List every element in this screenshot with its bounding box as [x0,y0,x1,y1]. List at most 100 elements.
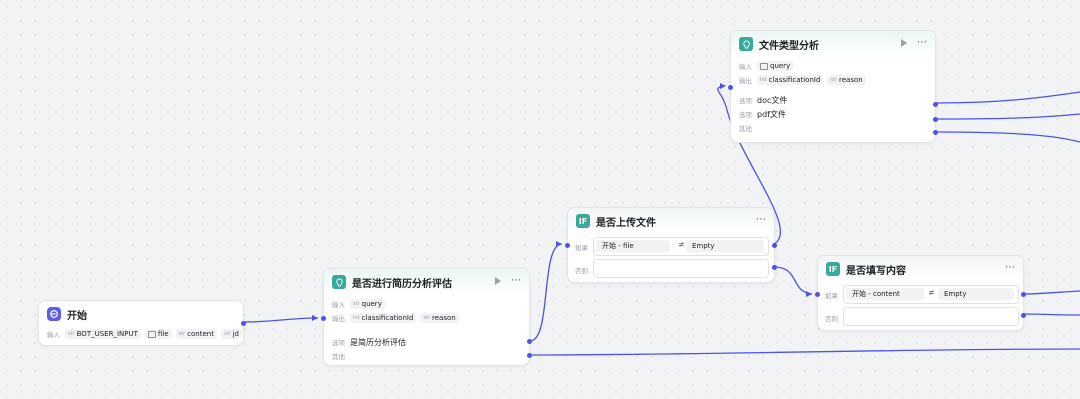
condition-left: 开始 - content [846,288,924,300]
param-tag: str query [350,299,385,309]
more-icon[interactable]: ⋯ [756,214,766,225]
else-box[interactable] [843,307,1019,326]
output-port[interactable] [241,321,246,326]
option-row: 选项 是简历分析评估 [324,335,529,349]
arrowhead [806,291,812,297]
param-tag: Int classificationId [350,313,417,323]
option-text: doc文件 [757,95,788,105]
input-label: 输入 [332,301,345,309]
more-icon[interactable]: ⋯ [917,37,927,48]
other-port[interactable] [933,130,938,135]
edge-resume-eval-to-upload-check [529,243,563,342]
run-icon[interactable] [495,277,501,285]
option-text: pdf文件 [757,109,786,119]
edge-content-else-out [1022,313,1080,316]
file-type-node[interactable]: 文件类型分析 ⋯ 输入 query 输出 Int classificationId… [728,30,938,143]
content-check-node[interactable]: IF 是否填写内容 ⋯ 如果 开始 - content ≠ Empty 否则 [815,255,1026,331]
input-row: 输入 str query [324,297,529,311]
edge-resume-eval-other-out [529,348,1080,356]
other-row: 其他 [324,349,529,363]
intent-icon [739,37,753,51]
option-row: 选项 doc文件 [731,93,935,107]
node-title: 是否填写内容 [846,265,906,277]
input-row: 输入 query [731,59,935,73]
node-title: 开始 [67,310,87,322]
else-box[interactable] [593,259,769,278]
else-port[interactable] [1021,313,1026,318]
arrowhead [556,241,562,247]
more-icon[interactable]: ⋯ [511,275,521,286]
param-tag: query [757,61,794,71]
upload-check-node[interactable]: IF 是否上传文件 ⋯ 如果 开始 - file ≠ Empty 否则 [565,207,777,283]
if-port[interactable] [772,243,777,248]
output-row: 输出 Int classificationId str reason [324,311,529,325]
if-label: 如果 [575,244,588,252]
file-type-header: 文件类型分析 ⋯ [731,31,935,57]
output-row: 输出 Int classificationId str reason [731,73,935,87]
start-node-header: 开始 [39,301,243,327]
other-port[interactable] [527,353,532,358]
param-tag: str BOT_USER_INPUT [65,329,141,339]
input-port[interactable] [565,243,570,248]
param-tag: Int classificationId [757,75,824,85]
input-port[interactable] [321,316,326,321]
option-label: 选项 [739,111,752,119]
input-port[interactable] [728,85,733,90]
arrowhead [720,83,726,89]
else-label: 否则 [825,315,838,323]
if-port[interactable] [1021,292,1026,297]
option-text: 是简历分析评估 [350,337,406,347]
input-row: 输入 str BOT_USER_INPUT file str content str… [39,327,243,341]
output-label: 输出 [332,315,345,323]
param-tag: file [144,329,172,339]
param-tag: str reason [420,313,459,323]
condition-left: 开始 - file [596,240,670,252]
edge-content-if-out [1022,290,1080,295]
option-row: 选项 pdf文件 [731,107,935,121]
more-icon[interactable]: ⋯ [1005,262,1015,273]
if-condition-box[interactable]: 开始 - file ≠ Empty [593,237,769,256]
other-row: 其他 [731,121,935,135]
else-port[interactable] [772,265,777,270]
file-icon [760,62,768,70]
arrowhead [312,315,318,321]
param-tag: str jd [220,329,242,339]
other-label: 其他 [739,125,752,133]
if-label: 如果 [825,292,838,300]
resume-eval-header: 是否进行简历分析评估 ⋯ [324,269,529,295]
edge-start-to-resume-eval [242,317,319,323]
condition-right: Empty [938,288,1014,300]
option-label: 选项 [739,97,752,105]
upload-check-header: IF 是否上传文件 ⋯ [568,208,774,234]
if-icon: IF [826,262,840,276]
edge-file-type-other-out [935,131,1080,143]
option-port[interactable] [527,339,532,344]
node-title: 是否上传文件 [596,217,656,229]
condition-right: Empty [686,240,764,252]
option-port[interactable] [933,102,938,107]
option-port[interactable] [933,117,938,122]
edge-file-type-doc-out [935,91,1080,104]
input-port[interactable] [815,292,820,297]
if-condition-box[interactable]: 开始 - content ≠ Empty [843,285,1019,304]
other-label: 其他 [332,353,345,361]
edge-upload-else-to-content-check [773,266,813,295]
input-label: 输入 [47,331,60,339]
output-label: 输出 [739,77,752,85]
else-label: 否则 [575,267,588,275]
run-icon[interactable] [901,39,907,47]
if-icon: IF [576,214,590,228]
node-title: 文件类型分析 [759,40,819,52]
input-label: 输入 [739,63,752,71]
start-node[interactable]: 开始 输入 str BOT_USER_INPUT file str content … [38,300,246,346]
content-check-header: IF 是否填写内容 ⋯ [818,256,1023,282]
start-icon [47,307,61,321]
edge-file-type-pdf-out [935,113,1080,120]
file-icon [147,330,156,338]
condition-operator: ≠ [928,288,935,297]
intent-icon [332,275,346,289]
param-tag: str reason [827,75,866,85]
param-tag: str content [175,329,217,339]
resume-eval-node[interactable]: 是否进行简历分析评估 ⋯ 输入 str query 输出 Int classific… [321,268,532,366]
node-title: 是否进行简历分析评估 [352,278,452,290]
